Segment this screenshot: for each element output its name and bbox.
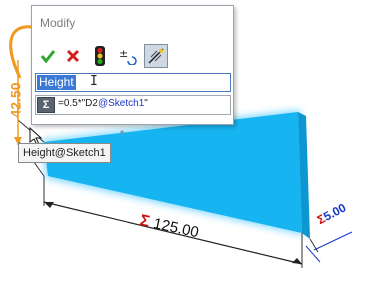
dialog-toolbar: ± <box>32 44 233 70</box>
dimension-name-input[interactable]: Height I <box>35 73 231 92</box>
plus-minus-icon: ± <box>119 47 137 65</box>
dialog-title: Modify <box>40 16 76 30</box>
traffic-light-icon <box>95 46 105 66</box>
checkmark-icon <box>40 50 56 64</box>
dimension-name-selected-text: Height <box>37 75 76 90</box>
modify-dialog[interactable]: Modify ± Height I Σ =0.5*"D2@Sketch1" <box>31 5 234 125</box>
equation-prefix: =0.5*"D2 <box>58 98 98 109</box>
equation-suffix: " <box>144 98 148 109</box>
sigma-symbol: Σ <box>138 212 152 231</box>
equation-sigma-icon[interactable]: Σ <box>37 97 55 113</box>
ok-button[interactable] <box>36 44 60 68</box>
equation-sigma-glyph: Σ <box>42 99 50 111</box>
equation-text: =0.5*"D2@Sketch1" <box>58 98 148 109</box>
equation-link[interactable]: @Sketch1 <box>98 98 144 109</box>
reverse-sense-button[interactable]: ± <box>116 44 140 68</box>
equation-field[interactable]: Σ =0.5*"D2@Sketch1" <box>35 95 231 115</box>
vertical-dimension-text: 42.50 <box>7 82 24 118</box>
dimension-mark-icon <box>148 48 164 64</box>
vertical-dimension-value[interactable]: 42.50 <box>8 82 24 117</box>
mark-dimension-button[interactable] <box>144 44 168 68</box>
depth-dimension[interactable] <box>305 231 353 263</box>
rebuild-button[interactable] <box>88 44 112 68</box>
svg-text:±: ± <box>119 47 128 60</box>
x-icon <box>66 49 80 63</box>
ibeam-cursor-icon: I <box>90 74 98 89</box>
cancel-button[interactable] <box>61 44 85 68</box>
dimension-tooltip: Height@Sketch1 <box>18 143 111 163</box>
